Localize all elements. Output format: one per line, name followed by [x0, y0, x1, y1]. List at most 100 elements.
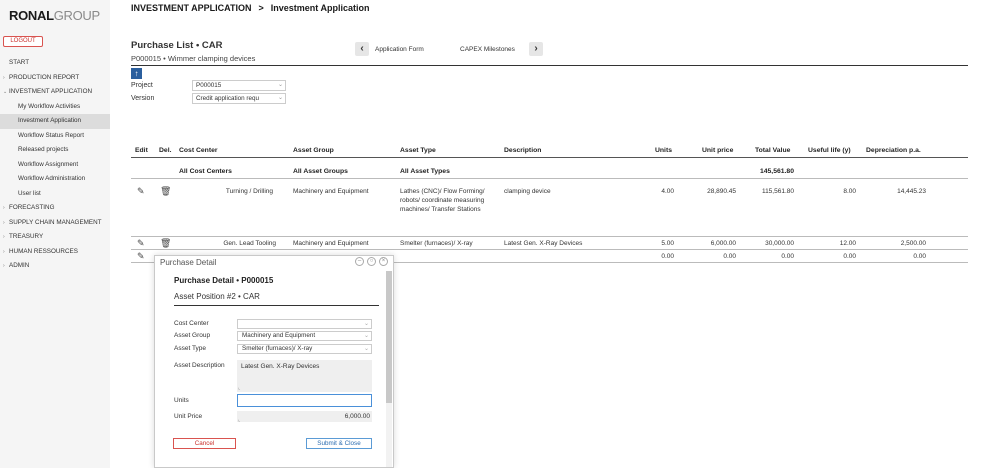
sidebar-item-investment-application-active[interactable]: Investment Application — [0, 114, 110, 129]
sidebar-item-label: INVESTMENT APPLICATION — [9, 88, 93, 95]
version-select[interactable]: Credit application requ ⌄ — [192, 93, 286, 104]
resize-handle-icon[interactable]: ⌞ — [238, 417, 240, 423]
pencil-icon[interactable]: ✎ — [137, 251, 145, 262]
sidebar-item-start[interactable]: START — [0, 56, 110, 71]
row-1-useful-life: 8.00 — [843, 188, 856, 195]
chevron-down-icon: ⌄ — [363, 346, 369, 352]
page-title: Purchase List • CAR — [131, 40, 223, 51]
sidebar-item-my-workflow-activities[interactable]: My Workflow Activities — [0, 100, 110, 115]
column-header-cost-center[interactable]: Cost Center — [179, 147, 218, 154]
cost-center-select[interactable]: ⌄ — [237, 319, 372, 329]
purchase-detail-dialog: Purchase Detail – ○ × Purchase Detail • … — [154, 255, 394, 468]
column-header-asset-group[interactable]: Asset Group — [293, 147, 334, 154]
close-icon[interactable]: × — [379, 257, 388, 266]
breadcrumb-item-investment-application[interactable]: INVESTMENT APPLICATION — [131, 3, 252, 13]
sidebar-item-workflow-administration[interactable]: Workflow Administration — [0, 172, 110, 187]
upload-icon[interactable]: ↑ — [131, 68, 142, 79]
totals-asset-type: All Asset Types — [400, 168, 450, 175]
asset-description-field[interactable]: Latest Gen. X-Ray Devices — [237, 360, 372, 392]
chevron-down-icon: ⌄ — [363, 321, 369, 327]
dialog-heading: Purchase Detail • P000015 — [174, 276, 274, 285]
scrollbar-thumb[interactable] — [386, 271, 392, 403]
logout-button[interactable]: LOGOUT — [3, 36, 43, 47]
row-1-unit-price: 28,890.45 — [707, 188, 736, 195]
project-select[interactable]: P000015 ⌄ — [192, 80, 286, 91]
submit-close-button[interactable]: Submit & Close — [306, 438, 372, 449]
column-header-asset-type[interactable]: Asset Type — [400, 147, 436, 154]
minimize-icon[interactable]: – — [355, 257, 364, 266]
totals-asset-group: All Asset Groups — [293, 168, 348, 175]
sidebar-item-admin[interactable]: › ADMIN — [0, 259, 110, 274]
column-header-depreciation[interactable]: Depreciation p.a. — [866, 147, 921, 154]
row-2-description: Latest Gen. X-Ray Devices — [504, 240, 583, 247]
header-divider — [131, 65, 968, 66]
row-divider — [131, 249, 968, 250]
row-1-asset-type-line-2: robots/ coordinate measuring — [400, 197, 485, 204]
cancel-button[interactable]: Cancel — [173, 438, 236, 449]
row-2-asset-type: Smelter (furnaces)/ X-ray — [400, 240, 473, 247]
asset-group-select-value: Machinery and Equipment — [242, 332, 316, 339]
column-header-total-value[interactable]: Total Value — [755, 147, 790, 154]
row-2-asset-group: Machinery and Equipment — [293, 240, 369, 247]
pencil-icon[interactable]: ✎ — [137, 186, 145, 197]
prev-page-button[interactable]: ‹ — [355, 42, 369, 56]
sidebar-item-released-projects[interactable]: Released projects — [0, 143, 110, 158]
column-header-units[interactable]: Units — [655, 147, 672, 154]
cost-center-label: Cost Center — [174, 320, 209, 327]
column-header-unit-price[interactable]: Unit price — [702, 147, 733, 154]
sidebar-item-user-list[interactable]: User list — [0, 187, 110, 202]
sidebar-item-label: SUPPLY CHAIN MANAGEMENT — [9, 218, 102, 226]
next-page-button[interactable]: › — [529, 42, 543, 56]
dialog-divider — [174, 305, 379, 306]
sidebar-item-production-report[interactable]: › PRODUCTION REPORT — [0, 71, 110, 86]
chevron-down-icon: ⌄ — [277, 95, 283, 101]
row-1-description: clamping device — [504, 188, 551, 195]
sidebar-item-workflow-status-report[interactable]: Workflow Status Report — [0, 129, 110, 144]
asset-group-label: Asset Group — [174, 332, 211, 339]
row-divider — [131, 178, 968, 179]
row-3-units: 0.00 — [661, 253, 674, 260]
company-logo[interactable]: RONALGROUP — [9, 8, 100, 23]
prev-page-link[interactable]: Application Form — [375, 46, 424, 53]
column-header-description[interactable]: Description — [504, 147, 541, 154]
chevron-down-icon: ⌄ — [277, 82, 283, 88]
dialog-scrollbar[interactable] — [386, 271, 392, 467]
sidebar-item-investment-application[interactable]: ⌄ INVESTMENT APPLICATION — [0, 85, 110, 100]
trash-icon[interactable]: 🗑 — [160, 238, 171, 249]
pencil-icon[interactable]: ✎ — [137, 238, 145, 249]
asset-group-select[interactable]: Machinery and Equipment ⌄ — [237, 331, 372, 341]
column-header-useful-life[interactable]: Useful life (y) — [808, 147, 851, 154]
sidebar-nav: START › PRODUCTION REPORT ⌄ INVESTMENT APP… — [0, 56, 110, 274]
logo-light-text: GROUP — [53, 8, 100, 23]
row-1-asset-type-line-3: machines/ Transfer Stations — [400, 206, 481, 213]
resize-handle-icon[interactable]: ⌞ — [238, 385, 240, 391]
sidebar-item-workflow-assignment[interactable]: Workflow Assignment — [0, 158, 110, 173]
next-page-link[interactable]: CAPEX Milestones — [460, 46, 515, 53]
asset-type-select-value: Smelter (furnaces)/ X-ray — [242, 345, 313, 352]
chevron-left-icon: ‹ — [360, 43, 364, 54]
trash-icon[interactable]: 🗑 — [160, 186, 171, 197]
sidebar-item-supply-chain-management[interactable]: › SUPPLY CHAIN MANAGEMENT — [0, 216, 110, 231]
row-1-cost-center: Turning / Drilling — [225, 188, 273, 195]
sidebar-item-human-ressources[interactable]: › HUMAN RESSOURCES — [0, 245, 110, 260]
sidebar-item-forecasting[interactable]: › FORECASTING — [0, 201, 110, 216]
table-header-divider — [131, 157, 968, 158]
version-label: Version — [131, 95, 155, 102]
chevron-right-icon: › — [3, 234, 5, 240]
chevron-right-icon: › — [3, 219, 5, 226]
totals-cost-center: All Cost Centers — [179, 168, 232, 175]
row-1-units: 4.00 — [661, 188, 674, 195]
breadcrumb: INVESTMENT APPLICATION > Investment Applic… — [131, 3, 369, 13]
maximize-icon[interactable]: ○ — [367, 257, 376, 266]
sidebar-item-treasury[interactable]: › TREASURY — [0, 230, 110, 245]
unit-price-field[interactable]: 6,000.00 — [237, 411, 372, 422]
chevron-down-icon: ⌄ — [3, 89, 8, 95]
asset-type-select[interactable]: Smelter (furnaces)/ X-ray ⌄ — [237, 344, 372, 354]
row-1-asset-type-line-1: Lathes (CNC)/ Flow Forming/ — [400, 188, 485, 195]
logo-bold-text: RONAL — [9, 8, 54, 23]
sidebar-item-label: FORECASTING — [9, 204, 55, 211]
breadcrumb-separator: > — [258, 3, 264, 13]
row-2-unit-price: 6,000.00 — [710, 240, 736, 247]
dialog-title: Purchase Detail — [160, 258, 217, 267]
units-input[interactable] — [237, 394, 372, 407]
